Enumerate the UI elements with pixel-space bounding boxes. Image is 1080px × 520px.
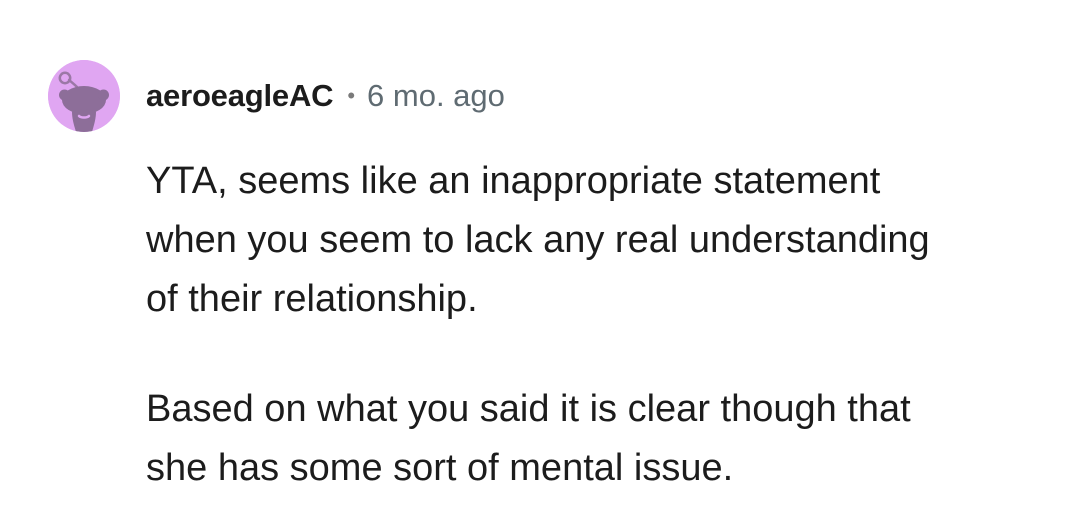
comment-body: YTA, seems like an inappropriate stateme… <box>146 152 1046 498</box>
comment: aeroeagleAC • 6 mo. ago YTA, seems like … <box>0 0 1080 520</box>
username-link[interactable]: aeroeagleAC <box>146 78 334 114</box>
comment-meta: aeroeagleAC • 6 mo. ago <box>146 76 505 116</box>
user-avatar[interactable] <box>48 60 120 132</box>
comment-paragraph-2: Based on what you said it is clear thoug… <box>146 388 911 489</box>
comment-timestamp[interactable]: 6 mo. ago <box>367 78 505 114</box>
comment-paragraph-1: YTA, seems like an inappropriate stateme… <box>146 160 930 320</box>
reddit-snoo-avatar-icon <box>48 60 120 132</box>
meta-separator: • <box>347 83 356 108</box>
